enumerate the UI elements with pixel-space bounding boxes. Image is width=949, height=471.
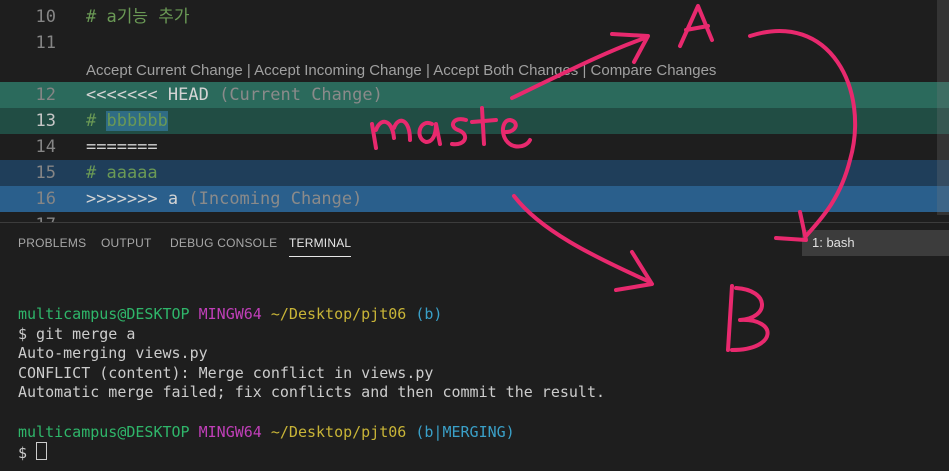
- terminal-cursor: [36, 442, 48, 461]
- terminal-input-line[interactable]: $: [18, 442, 605, 464]
- code-line: 10 # a기능 추가: [0, 4, 949, 30]
- codelens-separator: |: [421, 62, 434, 79]
- codelens-separator: |: [578, 62, 591, 79]
- tab-terminal[interactable]: TERMINAL: [289, 236, 352, 257]
- terminal-line: CONFLICT (content): Merge conflict in vi…: [18, 363, 434, 382]
- conflict-separator: =======: [86, 137, 158, 157]
- code-text: # a기능 추가: [86, 7, 190, 27]
- conflict-marker-head: <<<<<<< HEAD (Current Change): [86, 85, 383, 105]
- terminal-output[interactable]: multicampus@DESKTOP MINGW64 ~/Desktop/pj…: [18, 305, 605, 464]
- line-number: 16: [35, 189, 56, 209]
- code-text: # bbbbbb: [86, 111, 168, 131]
- accept-incoming-change-link[interactable]: Accept Incoming Change: [254, 62, 422, 79]
- tab-debug-console[interactable]: DEBUG CONSOLE: [170, 236, 277, 250]
- line-number: 11: [35, 33, 56, 53]
- editor-scrollbar[interactable]: [937, 0, 949, 215]
- terminal-prompt: multicampus@DESKTOP MINGW64 ~/Desktop/pj…: [18, 305, 443, 323]
- tab-output[interactable]: OUTPUT: [101, 236, 152, 250]
- tab-problems[interactable]: PROBLEMS: [18, 236, 86, 250]
- conflict-marker-incoming: >>>>>>> a (Incoming Change): [86, 189, 363, 209]
- code-editor[interactable]: 10 # a기능 추가 11 Accept Current Change | A…: [0, 0, 949, 222]
- line-number: 14: [35, 137, 56, 157]
- code-text: # aaaaa: [86, 163, 158, 183]
- terminal-prompt: multicampus@DESKTOP MINGW64 ~/Desktop/pj…: [18, 422, 515, 441]
- line-number: 13: [35, 111, 56, 131]
- incoming-change-line: 15 # aaaaa: [0, 160, 949, 186]
- line-number: 10: [35, 7, 56, 27]
- selected-text: bbbbbb: [106, 111, 168, 131]
- current-change-header: 12 <<<<<<< HEAD (Current Change): [0, 82, 949, 108]
- code-line: 11: [0, 30, 949, 56]
- line-number: 17: [0, 212, 56, 222]
- line-number: 12: [35, 85, 56, 105]
- current-change-line: 13 # bbbbbb: [0, 108, 949, 134]
- code-line: 14 =======: [0, 134, 949, 160]
- codelens-separator: |: [242, 62, 255, 79]
- incoming-change-header: 16 >>>>>>> a (Incoming Change): [0, 186, 949, 212]
- terminal-line: Auto-merging views.py: [18, 344, 208, 363]
- accept-both-changes-link[interactable]: Accept Both Changes: [433, 62, 578, 79]
- code-line: 17: [0, 212, 949, 222]
- compare-changes-link[interactable]: Compare Changes: [591, 62, 717, 79]
- merge-codelens: Accept Current Change | Accept Incoming …: [86, 60, 716, 82]
- terminal-line: Automatic merge failed; fix conflicts an…: [18, 383, 605, 402]
- terminal-select[interactable]: 1: bash: [802, 230, 949, 256]
- bottom-panel: PROBLEMS OUTPUT DEBUG CONSOLE TERMINAL 1…: [0, 222, 949, 471]
- terminal-command: $ git merge a: [18, 324, 136, 343]
- accept-current-change-link[interactable]: Accept Current Change: [86, 62, 243, 79]
- line-number: 15: [35, 163, 56, 183]
